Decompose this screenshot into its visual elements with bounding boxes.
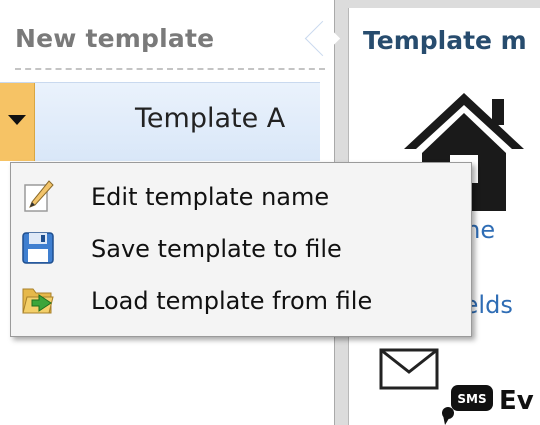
menu-item-label: Edit template name	[91, 183, 330, 211]
template-context-menu: Edit template name Save template to file…	[10, 162, 472, 337]
menu-item-label: Save template to file	[91, 235, 342, 263]
preview-title: Template m	[363, 26, 527, 55]
divider	[15, 68, 325, 70]
event-label: Ev	[499, 386, 534, 416]
folder-open-icon	[22, 288, 54, 314]
menu-item-save-template-to-file[interactable]: Save template to file	[11, 223, 471, 275]
floppy-disk-icon	[22, 232, 54, 264]
menu-item-label: Load template from file	[91, 287, 373, 315]
pencil-icon	[24, 180, 54, 212]
selection-pointer	[304, 20, 341, 57]
sms-badge-text: SMS	[457, 392, 486, 406]
menu-item-load-template-from-file[interactable]: Load template from file	[11, 275, 471, 327]
template-list-item[interactable]: Template A	[0, 82, 320, 161]
menu-item-edit-template-name[interactable]: Edit template name	[11, 171, 471, 223]
envelope-icon	[379, 348, 439, 390]
template-menu-button[interactable]	[0, 83, 35, 161]
template-name-label: Template A	[135, 103, 286, 134]
chevron-down-icon	[8, 115, 26, 125]
new-template-heading[interactable]: New template	[15, 24, 214, 53]
sms-icon: SMS	[442, 385, 493, 425]
